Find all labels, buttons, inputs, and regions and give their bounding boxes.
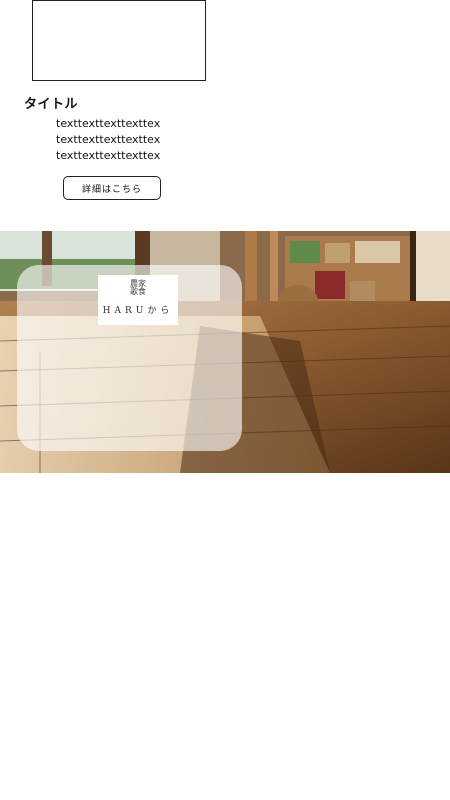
- image-placeholder: [32, 0, 206, 81]
- section-title: タイトル: [24, 97, 79, 112]
- logo-text: HARUから: [102, 306, 174, 316]
- body-text-line: texttexttexttexttex: [56, 117, 161, 130]
- hero-image: 農家歌食 HARUから: [0, 231, 450, 473]
- body-text-line: texttexttexttexttex: [56, 133, 161, 146]
- logo: 農家歌食 HARUから: [98, 275, 178, 325]
- details-button[interactable]: 詳細はこちら: [63, 176, 161, 200]
- body-text-line: texttexttexttexttex: [56, 149, 161, 162]
- body-text: texttexttexttexttex texttexttexttexttex …: [56, 116, 160, 164]
- overlay-card: 農家歌食 HARUから: [17, 265, 242, 451]
- logo-mark: 農家歌食: [130, 279, 146, 296]
